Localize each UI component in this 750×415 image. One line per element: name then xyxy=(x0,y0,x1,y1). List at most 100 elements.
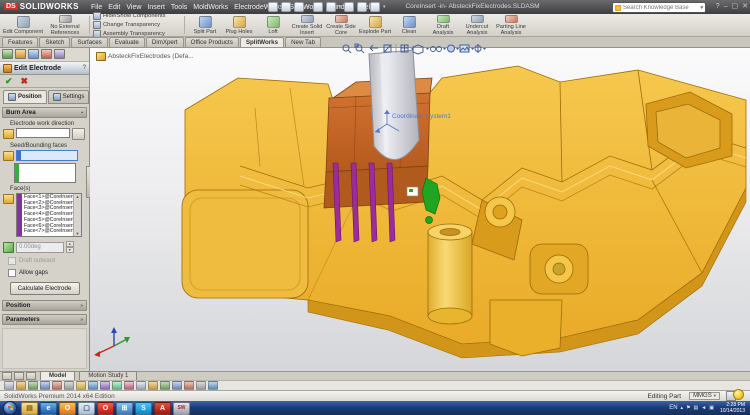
burn-area-group-header[interactable]: Burn Area ▪ xyxy=(2,107,87,118)
faces-scrollbar[interactable]: ▲ ▼ xyxy=(73,194,81,236)
change-transparency-button[interactable]: Change Transparency xyxy=(93,21,181,29)
tab-splitworks[interactable]: SplitWorks xyxy=(239,37,285,47)
minimize-icon[interactable]: – xyxy=(724,2,728,11)
undo-dropdown-icon[interactable]: ▾ xyxy=(339,4,342,10)
draft-analysis-button[interactable]: Draft Analysis xyxy=(426,14,460,36)
dropdown-arrow-icon[interactable] xyxy=(426,48,429,50)
mini-toolbar-icon[interactable] xyxy=(160,381,170,390)
acrobat-icon[interactable]: A xyxy=(154,401,171,415)
new-icon[interactable] xyxy=(268,2,278,12)
scroll-down-icon[interactable]: ▼ xyxy=(76,231,80,236)
outlook-icon[interactable]: O xyxy=(59,401,76,415)
search-box[interactable]: ▾ xyxy=(612,2,706,13)
restore-icon[interactable]: ▢ xyxy=(732,2,739,11)
electrode-blank-cylinder[interactable] xyxy=(368,49,420,161)
mini-toolbar-icon[interactable] xyxy=(52,381,62,390)
mini-toolbar-icon[interactable] xyxy=(40,381,50,390)
graphics-area[interactable]: Coordinate System1 xyxy=(90,48,750,371)
feature-tree-root-label[interactable]: AbsteckFixElectrodes (Defa... xyxy=(108,53,194,60)
calculate-electrode-button[interactable]: Calculate Electrode xyxy=(9,282,80,295)
menu-tools[interactable]: Tools xyxy=(168,4,190,11)
tray-volume-icon[interactable]: ◄ xyxy=(701,405,706,411)
taskbar-clock[interactable]: 2:28 PM 10/14/2013 xyxy=(720,402,747,414)
skype-icon[interactable]: S xyxy=(135,401,152,415)
face-list-item[interactable]: Face<7>@CoreInsert- xyxy=(24,229,73,235)
mini-toolbar-icon[interactable] xyxy=(196,381,206,390)
undercut-analysis-button[interactable]: Undercut Analysis xyxy=(460,14,494,36)
search-input[interactable] xyxy=(623,4,699,11)
work-direction-field[interactable] xyxy=(16,128,70,138)
display-manager-tab-icon[interactable] xyxy=(54,49,65,59)
pane-split-icon[interactable] xyxy=(2,372,12,380)
tab-sketch[interactable]: Sketch xyxy=(39,37,71,47)
apply-scene-icon[interactable] xyxy=(459,44,470,53)
faces-list[interactable]: Face<1>@CoreInsert- Face<2>@CoreInsert- … xyxy=(16,193,82,237)
mini-toolbar-icon[interactable] xyxy=(76,381,86,390)
dropdown-arrow-icon[interactable] xyxy=(443,48,446,50)
pm-tab-position[interactable]: Position xyxy=(3,90,47,104)
tab-features[interactable]: Features xyxy=(2,37,39,47)
tray-flag-icon[interactable]: ⚑ xyxy=(686,405,690,411)
no-external-references-button[interactable]: No External References xyxy=(44,14,86,36)
tab-new-tab[interactable]: New Tab xyxy=(285,37,322,47)
normal-direction-button[interactable] xyxy=(72,128,85,140)
section-view-icon[interactable] xyxy=(383,44,392,53)
rebuild-icon[interactable] xyxy=(357,2,368,12)
save-dropdown-icon[interactable]: ▾ xyxy=(307,4,310,10)
seed-faces-list[interactable] xyxy=(14,163,76,183)
tab-dimxpert[interactable]: DimXpert xyxy=(145,37,184,47)
property-manager-tab-icon[interactable] xyxy=(15,49,26,59)
mold-plate[interactable] xyxy=(181,65,747,359)
mini-toolbar-icon[interactable] xyxy=(28,381,38,390)
hide-show-items-icon[interactable] xyxy=(430,46,442,52)
previous-view-icon[interactable] xyxy=(369,44,378,52)
search-dropdown-icon[interactable]: ▾ xyxy=(700,5,703,11)
create-solid-insert-button[interactable]: Create Solid Insert xyxy=(290,14,324,36)
print-icon[interactable] xyxy=(312,2,323,12)
mini-toolbar-icon[interactable] xyxy=(16,381,26,390)
view-orientation-icon[interactable] xyxy=(400,44,409,53)
mini-toolbar-icon[interactable] xyxy=(208,381,218,390)
dropdown-arrow-icon[interactable] xyxy=(456,48,459,50)
cancel-x-icon[interactable]: ✖ xyxy=(21,76,29,86)
position-group-header[interactable]: Position » xyxy=(2,300,87,311)
solidworks-icon[interactable]: SW xyxy=(173,401,190,415)
edit-component-button[interactable]: Edit Component xyxy=(2,14,44,36)
open-icon[interactable] xyxy=(281,2,291,12)
feature-tree-flyout[interactable]: AbsteckFixElectrodes (Defa... xyxy=(96,52,194,61)
display-style-icon[interactable] xyxy=(412,44,424,55)
mini-toolbar-icon[interactable] xyxy=(172,381,182,390)
explorer-icon[interactable]: ▤ xyxy=(21,401,38,415)
feature-tree-tab-icon[interactable] xyxy=(2,49,13,59)
start-button[interactable] xyxy=(3,401,17,415)
pm-tab-settings[interactable]: Settings xyxy=(47,90,90,104)
draft-angle-stepper[interactable]: ▲ ▼ xyxy=(66,241,74,253)
pane-split-icon[interactable] xyxy=(26,372,36,380)
tab-surfaces[interactable]: Surfaces xyxy=(71,37,108,47)
mini-toolbar-icon[interactable] xyxy=(148,381,158,390)
pane-split-icon[interactable] xyxy=(14,372,24,380)
mini-toolbar-icon[interactable] xyxy=(136,381,146,390)
tray-network-icon[interactable]: ▣ xyxy=(709,405,714,411)
menu-edit[interactable]: Edit xyxy=(105,4,123,11)
dimxpert-manager-tab-icon[interactable] xyxy=(41,49,52,59)
explode-part-button[interactable]: Explode Part xyxy=(358,14,392,36)
tab-office-products[interactable]: Office Products xyxy=(184,37,239,47)
options-icon[interactable] xyxy=(370,2,381,12)
document-icon[interactable]: ▢ xyxy=(78,401,95,415)
dropdown-arrow-icon[interactable] xyxy=(471,48,474,50)
allow-gaps-checkbox[interactable] xyxy=(8,269,16,277)
help-icon[interactable]: ? xyxy=(716,2,720,11)
loft-button[interactable]: Loft xyxy=(256,14,290,36)
draft-outward-checkbox[interactable] xyxy=(8,257,16,265)
view-settings-icon[interactable] xyxy=(474,44,482,53)
draft-angle-field[interactable]: 0.00deg xyxy=(16,241,64,253)
parameters-group-header[interactable]: Parameters » xyxy=(2,314,87,325)
split-part-button[interactable]: Split Part xyxy=(188,14,222,36)
mini-toolbar-icon[interactable] xyxy=(4,381,14,390)
dropdown-arrow-icon[interactable] xyxy=(411,48,414,50)
hide-show-components-button[interactable]: Hide/Show Components xyxy=(93,12,181,20)
opera-icon[interactable]: O xyxy=(97,401,114,415)
help-bubble-icon[interactable] xyxy=(733,389,744,400)
redo-icon[interactable] xyxy=(344,2,355,12)
